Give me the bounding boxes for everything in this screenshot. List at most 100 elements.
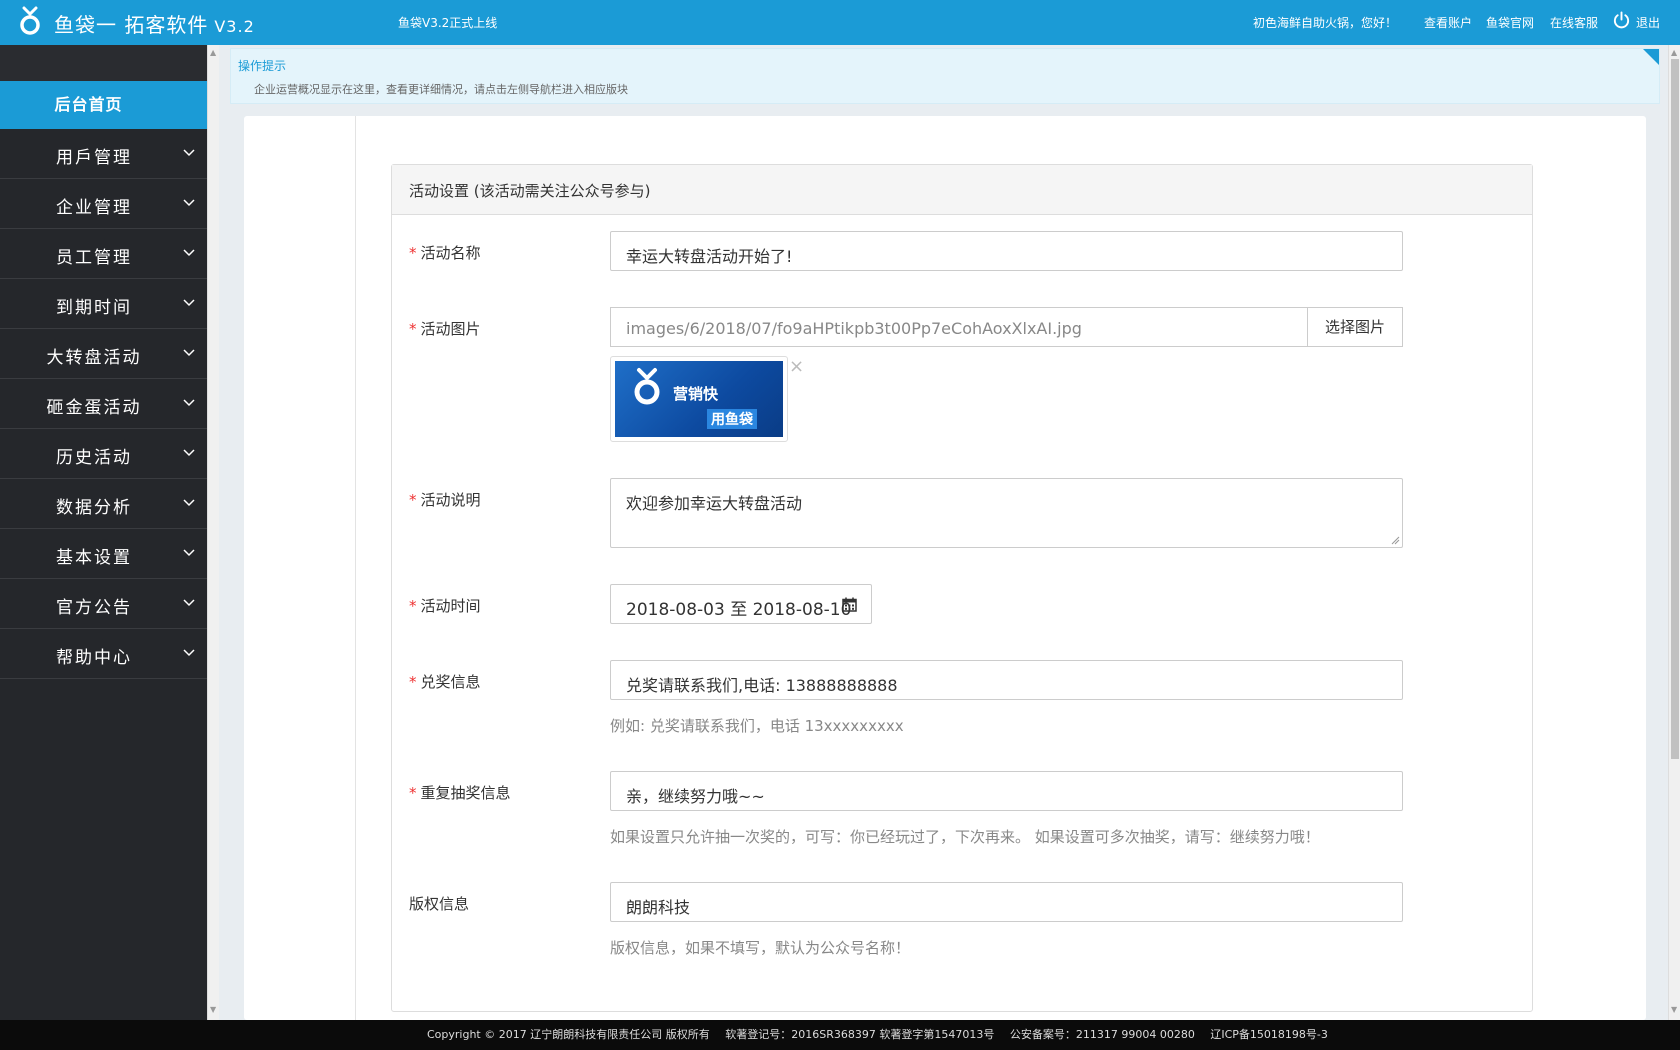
chevron-down-icon	[183, 199, 195, 207]
activity-time-label: * 活动时间	[409, 595, 481, 616]
repeat-draw-help: 如果设置只允许抽一次奖的，可写：你已经玩过了，下次再来。 如果设置可多次抽奖，请…	[610, 828, 1320, 846]
remove-image-icon[interactable]: ×	[789, 356, 804, 377]
activity-date-range-input[interactable]: 2018-08-03 至 2018-08-10	[610, 584, 872, 624]
activity-desc-value: 欢迎参加幸运大转盘活动	[626, 494, 803, 513]
sidebar-item[interactable]: 企业管理	[0, 179, 207, 229]
page-scroll-up-arrow[interactable]: ▲	[1671, 48, 1677, 57]
sidebar-item-label: 到期时间	[56, 298, 132, 318]
prize-info-input[interactable]: 兑奖请联系我们,电话: 13888888888	[610, 660, 1403, 700]
repeat-draw-label: * 重复抽奖信息	[409, 782, 511, 803]
resize-grip-icon[interactable]	[1390, 535, 1400, 545]
sidebar-item-label: 基本设置	[56, 548, 132, 568]
required-mark: *	[409, 597, 417, 615]
user-greeting: 初色海鲜自助火锅，您好！	[1253, 16, 1398, 30]
footer-copyright: Copyright © 2017 辽宁朗朗科技有限责任公司 版权所有	[427, 1028, 710, 1041]
sidebar-scrollbar[interactable]: ▲ ▼	[207, 45, 219, 1020]
sidebar-item[interactable]: 历史活动	[0, 429, 207, 479]
sidebar-item[interactable]: 官方公告	[0, 579, 207, 629]
sidebar-item-label: 员工管理	[56, 248, 132, 268]
sidebar-item[interactable]: 员工管理	[0, 229, 207, 279]
sidebar-item-label: 历史活动	[56, 448, 132, 468]
page-scroll-down-arrow[interactable]: ▼	[1671, 1005, 1677, 1014]
sidebar-item[interactable]: 基本设置	[0, 529, 207, 579]
calendar-icon[interactable]	[842, 597, 857, 612]
activity-desc-textarea[interactable]: 欢迎参加幸运大转盘活动	[610, 478, 1403, 548]
panel-title: 活动设置 (该活动需关注公众号参与)	[392, 165, 1532, 215]
activity-image-label-text: 活动图片	[420, 320, 481, 338]
view-account-link[interactable]: 查看账户	[1424, 14, 1472, 31]
sidebar-item[interactable]: 到期时间	[0, 279, 207, 329]
sidebar-item-label: 帮助中心	[56, 648, 132, 668]
logout-link[interactable]: 退出	[1636, 14, 1660, 31]
release-notice[interactable]: 鱼袋V3.2正式上线	[398, 14, 497, 31]
online-support-link[interactable]: 在线客服	[1550, 14, 1598, 31]
copyright-label: 版权信息	[409, 895, 470, 913]
tip-title: 操作提示	[238, 59, 287, 73]
chevron-down-icon	[183, 249, 195, 257]
thumbnail-picture: 营销快 用鱼袋	[615, 361, 783, 437]
sidebar-item[interactable]: 数据分析	[0, 479, 207, 529]
choose-image-button[interactable]: 选择图片	[1307, 307, 1403, 347]
required-mark: *	[409, 244, 417, 262]
activity-date-range-value: 2018-08-03 至 2018-08-10	[626, 600, 852, 620]
activity-image-label: * 活动图片	[409, 318, 481, 339]
repeat-draw-input[interactable]: 亲，继续努力哦~~	[610, 771, 1403, 811]
sidebar-item-label: 大转盘活动	[46, 348, 142, 368]
power-icon[interactable]	[1612, 11, 1631, 30]
sidebar-item[interactable]: 用戶管理	[0, 129, 207, 179]
copyright-input[interactable]: 朗朗科技	[610, 882, 1403, 922]
activity-name-label: * 活动名称	[409, 242, 481, 263]
content-side-column	[244, 116, 356, 1020]
sidebar-item-label: 用戶管理	[56, 148, 132, 168]
footer-software-reg: 软著登记号：2016SR368397 软著登字第1547013号	[725, 1028, 995, 1041]
chevron-down-icon	[183, 449, 195, 457]
prize-info-label: * 兑奖信息	[409, 671, 481, 692]
activity-desc-label: * 活动说明	[409, 489, 481, 510]
sidebar-item-label: 官方公告	[56, 598, 132, 618]
activity-name-input[interactable]: 幸运大转盘活动开始了!	[610, 231, 1403, 271]
thumbnail-text-1: 营销快	[673, 385, 719, 403]
top-bar: 鱼袋一 拓客软件 V3.2 鱼袋V3.2正式上线 初色海鲜自助火锅，您好！ 查看账…	[0, 0, 1680, 45]
chevron-down-icon	[183, 399, 195, 407]
repeat-draw-label-text: 重复抽奖信息	[420, 784, 511, 802]
sidebar-item-label: 砸金蛋活动	[46, 398, 142, 418]
required-mark: *	[409, 320, 417, 338]
sidebar-item[interactable]: 大转盘活动	[0, 329, 207, 379]
scroll-up-arrow[interactable]: ▲	[210, 48, 216, 57]
sidebar-item-label: 企业管理	[56, 198, 132, 218]
official-site-link[interactable]: 鱼袋官网	[1486, 14, 1534, 31]
chevron-down-icon	[183, 499, 195, 507]
sidebar-item-home[interactable]: 后台首页	[0, 81, 207, 129]
thumbnail-logo-icon	[634, 368, 660, 405]
operation-tip: 操作提示 企业运营概况显示在这里，查看更详细情况，请点击左侧导航栏进入相应版块	[230, 48, 1660, 104]
thumbnail-text-2: 用鱼袋	[707, 409, 757, 429]
activity-image-path-input[interactable]: images/6/2018/07/fo9aHPtikpb3t00Pp7eCohA…	[610, 307, 1308, 347]
sidebar-item-label: 数据分析	[56, 498, 132, 518]
app-version: V3.2	[214, 17, 255, 36]
chevron-down-icon	[183, 299, 195, 307]
scroll-down-arrow[interactable]: ▼	[210, 1005, 216, 1014]
chevron-down-icon	[183, 599, 195, 607]
sidebar: 后台首页 用戶管理企业管理员工管理到期时间大转盘活动砸金蛋活动历史活动数据分析基…	[0, 45, 207, 1020]
footer-icp: 辽ICP备15018198号-3	[1210, 1028, 1328, 1041]
required-mark: *	[409, 673, 417, 691]
activity-desc-label-text: 活动说明	[420, 491, 481, 509]
prize-info-help: 例如: 兑奖请联系我们，电话 13xxxxxxxxx	[610, 717, 904, 735]
tip-collapse-toggle[interactable]	[1643, 49, 1659, 65]
page-scroll-thumb[interactable]	[1671, 59, 1679, 759]
footer: Copyright © 2017 辽宁朗朗科技有限责任公司 版权所有 软著登记号…	[0, 1020, 1680, 1050]
sidebar-top	[0, 45, 207, 81]
fish-bag-logo-icon	[20, 6, 40, 35]
chevron-down-icon	[183, 649, 195, 657]
sidebar-item[interactable]: 帮助中心	[0, 629, 207, 679]
tip-text: 企业运营概况显示在这里，查看更详细情况，请点击左侧导航栏进入相应版块	[254, 83, 628, 96]
prize-info-label-text: 兑奖信息	[420, 673, 481, 691]
required-mark: *	[409, 491, 417, 509]
image-thumbnail: 营销快 用鱼袋	[610, 356, 788, 442]
page-scrollbar[interactable]: ▲ ▼	[1668, 45, 1680, 1020]
chevron-down-icon	[183, 349, 195, 357]
chevron-down-icon	[183, 149, 195, 157]
copyright-help: 版权信息，如果不填写，默认为公众号名称！	[610, 939, 911, 957]
sidebar-item[interactable]: 砸金蛋活动	[0, 379, 207, 429]
footer-police-record: 公安备案号：211317 99004 00280	[1009, 1028, 1195, 1041]
